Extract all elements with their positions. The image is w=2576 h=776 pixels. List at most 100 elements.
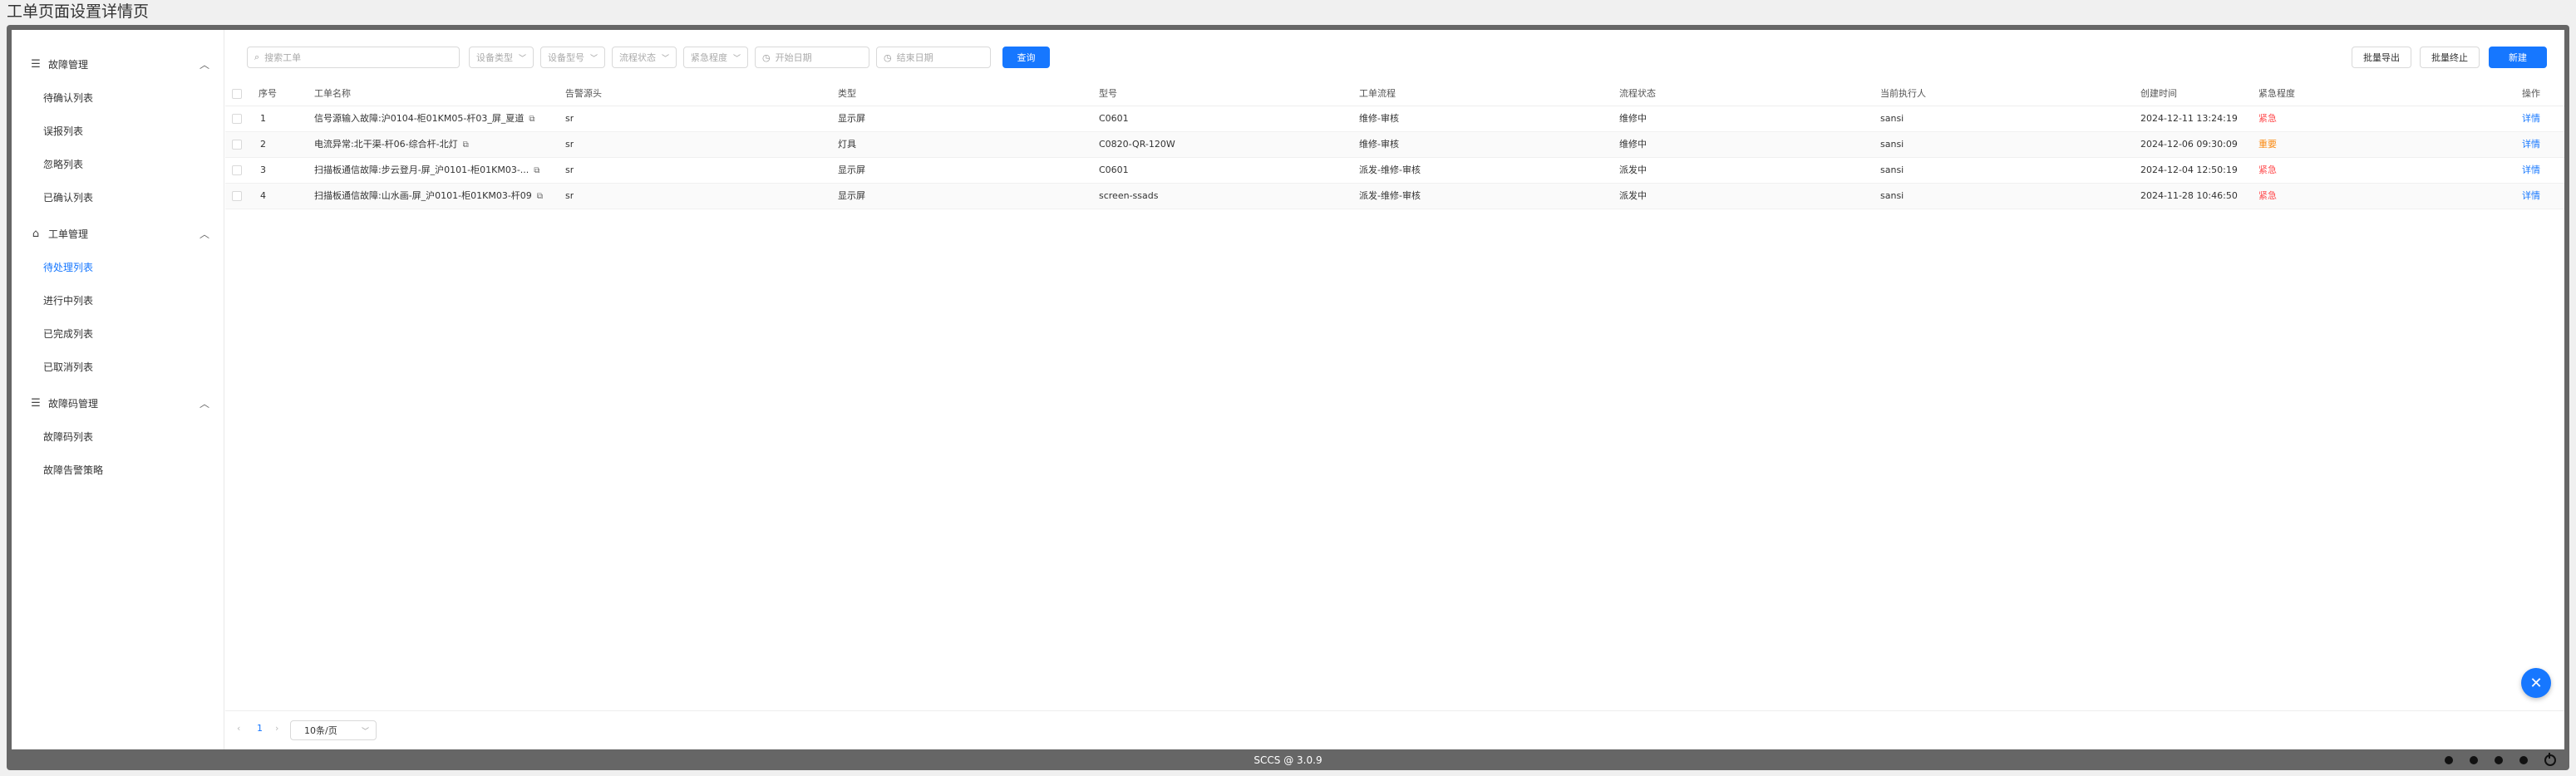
search-placeholder: 搜索工单 [264, 52, 302, 63]
sidebar-group-fault-management[interactable]: ☰ 故障管理 ︿ [12, 47, 224, 81]
query-button[interactable]: 查询 [1002, 47, 1050, 68]
urgency-level: 重要 [2258, 139, 2277, 150]
sidebar: ☰ 故障管理 ︿ 待确认列表 误报列表 忽略列表 已确认列表 ⌂ 工单管理 ︿ … [12, 30, 224, 749]
row-checkbox[interactable] [232, 165, 242, 175]
batch-stop-button[interactable]: 批量终止 [2420, 47, 2480, 68]
table-header: 序号 工单名称 告警源头 类型 型号 工单流程 流程状态 当前执行人 创建时间 … [225, 81, 2564, 106]
device-type-select[interactable]: 设备类型 ﹀ [469, 47, 534, 68]
select-placeholder: 紧急程度 [691, 52, 727, 63]
chevron-up-icon: ︿ [199, 398, 209, 410]
row-checkbox[interactable] [232, 114, 242, 124]
column-header: 流程状态 [1619, 88, 1656, 99]
chevron-down-icon: ﹀ [361, 727, 369, 736]
work-order-name: 信号源输入故障:沪0104-柜01KM05-杆03_屏_夏道 ⧉ [314, 106, 555, 131]
chevron-down-icon: ﹀ [589, 54, 598, 63]
work-order-flow: 派发-维修-审核 [1359, 165, 1421, 175]
prev-page-icon[interactable]: ‹ [237, 723, 240, 734]
flow-status: 维修中 [1619, 139, 1647, 150]
sidebar-item-pending-confirm[interactable]: 待确认列表 [12, 81, 224, 114]
column-header: 工单流程 [1359, 88, 1396, 99]
created-time: 2024-11-28 10:46:50 [2140, 190, 2238, 201]
sidebar-item-pending-process[interactable]: 待处理列表 [12, 250, 224, 283]
current-executor: sansi [1880, 113, 1904, 124]
alarm-source: sr [565, 113, 574, 124]
list-icon: ☰ [31, 396, 41, 410]
alarm-source: sr [565, 190, 574, 201]
app-window: ☰ 故障管理 ︿ 待确认列表 误报列表 忽略列表 已确认列表 ⌂ 工单管理 ︿ … [12, 30, 2564, 749]
status-dot-icon[interactable] [2445, 756, 2453, 764]
version-footer: SCCS @ 3.0.9 [1254, 754, 1322, 766]
detail-link[interactable]: 详情 [2522, 184, 2540, 209]
copy-icon[interactable]: ⧉ [463, 133, 469, 157]
row-number: 1 [260, 113, 266, 124]
sidebar-item-fault-alarm-policy[interactable]: 故障告警策略 [12, 453, 224, 486]
row-checkbox[interactable] [232, 191, 242, 201]
copy-icon[interactable]: ⧉ [529, 107, 534, 131]
created-time: 2024-12-06 09:30:09 [2140, 139, 2238, 150]
sidebar-group-work-order-management[interactable]: ⌂ 工单管理 ︿ [12, 217, 224, 250]
select-all-checkbox[interactable] [232, 89, 242, 99]
row-number: 4 [260, 190, 266, 201]
sidebar-item-fault-code-list[interactable]: 故障码列表 [12, 420, 224, 453]
close-icon: ✕ [2529, 674, 2543, 692]
flow-status: 派发中 [1619, 165, 1647, 175]
detail-link[interactable]: 详情 [2522, 158, 2540, 183]
pagination: ‹ 1 › 10条/页 ﹀ [225, 710, 2564, 749]
sidebar-item-in-progress[interactable]: 进行中列表 [12, 283, 224, 317]
created-time: 2024-12-04 12:50:19 [2140, 165, 2238, 175]
table-row: 2 电流异常:北干渠-杆06-综合杆-北灯 ⧉ sr 灯具 C0820-QR-12… [225, 132, 2564, 158]
start-date-picker[interactable]: ◷ 开始日期 [755, 47, 869, 68]
copy-icon[interactable]: ⧉ [534, 159, 539, 183]
search-input[interactable]: ⌕ 搜索工单 [247, 47, 460, 68]
detail-link[interactable]: 详情 [2522, 132, 2540, 157]
device-type: 显示屏 [838, 165, 865, 175]
device-model: screen-ssads [1099, 190, 1159, 201]
date-placeholder: 结束日期 [896, 52, 933, 63]
chevron-down-icon: ﹀ [732, 54, 741, 63]
next-page-icon[interactable]: › [275, 723, 278, 734]
column-header: 类型 [838, 88, 856, 99]
device-type: 灯具 [838, 139, 856, 150]
status-dot-icon[interactable] [2519, 756, 2528, 764]
page-title: 工单页面设置详情页 [7, 2, 150, 21]
work-order-name: 电流异常:北干渠-杆06-综合杆-北灯 ⧉ [314, 132, 555, 157]
work-order-name: 扫描板通信故障:山水画-屏_沪0101-柜01KM03-杆09 ⧉ [314, 184, 555, 209]
search-icon: ⌕ [254, 52, 260, 62]
new-button[interactable]: 新建 [2489, 47, 2547, 68]
clock-icon: ◷ [762, 52, 771, 63]
status-dot-icon[interactable] [2495, 756, 2503, 764]
select-placeholder: 设备类型 [476, 52, 513, 63]
sidebar-item-cancelled[interactable]: 已取消列表 [12, 350, 224, 383]
device-type: 显示屏 [838, 190, 865, 201]
work-order-icon: ⌂ [32, 227, 40, 240]
main-content: ⌕ 搜索工单 设备类型 ﹀ 设备型号 ﹀ 流程状态 ﹀ 紧急程度 ﹀ ◷ 开始日… [225, 30, 2564, 749]
flow-status-select[interactable]: 流程状态 ﹀ [612, 47, 677, 68]
row-number: 3 [260, 165, 266, 175]
copy-icon[interactable]: ⧉ [537, 184, 543, 209]
page-size-value: 10条/页 [304, 725, 337, 736]
detail-link[interactable]: 详情 [2522, 106, 2540, 131]
date-placeholder: 开始日期 [775, 52, 812, 63]
sidebar-item-false-alarm[interactable]: 误报列表 [12, 114, 224, 147]
current-executor: sansi [1880, 165, 1904, 175]
page-size-select[interactable]: 10条/页 ﹀ [290, 720, 377, 740]
flow-status: 派发中 [1619, 190, 1647, 201]
batch-export-button[interactable]: 批量导出 [2352, 47, 2411, 68]
end-date-picker[interactable]: ◷ 结束日期 [876, 47, 991, 68]
column-header: 告警源头 [565, 88, 602, 99]
sidebar-item-confirmed[interactable]: 已确认列表 [12, 180, 224, 214]
work-order-name-text: 扫描板通信故障:步云登月-屏_沪0101-柜01KM03-... [314, 165, 529, 175]
work-order-name-text: 扫描板通信故障:山水画-屏_沪0101-柜01KM03-杆09 [314, 190, 532, 201]
urgency-select[interactable]: 紧急程度 ﹀ [683, 47, 748, 68]
sidebar-group-fault-code-management[interactable]: ☰ 故障码管理 ︿ [12, 386, 224, 420]
close-floating-button[interactable]: ✕ [2521, 668, 2551, 698]
sidebar-item-ignored[interactable]: 忽略列表 [12, 147, 224, 180]
current-executor: sansi [1880, 190, 1904, 201]
power-icon[interactable] [2544, 753, 2556, 766]
device-model-select[interactable]: 设备型号 ﹀ [540, 47, 605, 68]
chevron-down-icon: ﹀ [661, 54, 669, 63]
sidebar-item-completed[interactable]: 已完成列表 [12, 317, 224, 350]
page-number[interactable]: 1 [257, 723, 263, 734]
row-checkbox[interactable] [232, 140, 242, 150]
status-dot-icon[interactable] [2470, 756, 2478, 764]
